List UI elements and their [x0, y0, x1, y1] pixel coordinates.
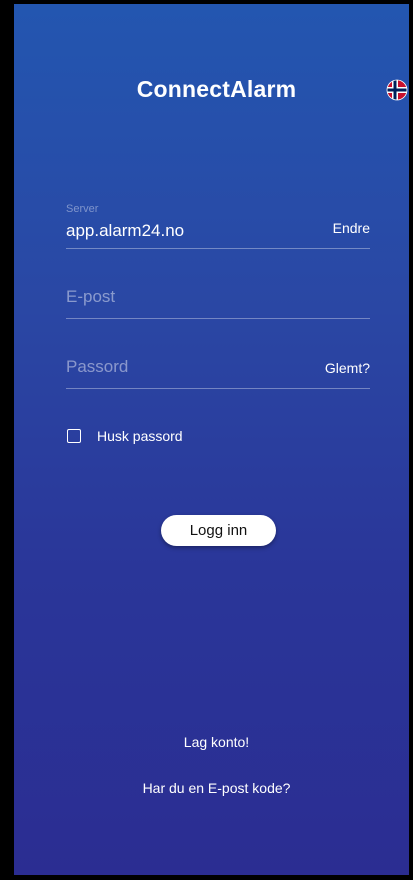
forgot-password-link[interactable]: Glemt? [325, 360, 370, 376]
login-screen: ConnectAlarm Server app.alarm24.no Endre… [14, 4, 409, 875]
server-value: app.alarm24.no [66, 221, 185, 240]
device-bezel-left [0, 0, 14, 880]
server-label: Server [66, 203, 99, 215]
remember-password-checkbox[interactable] [67, 429, 81, 443]
device-bezel-bottom [0, 875, 413, 880]
remember-password-row[interactable]: Husk passord [67, 428, 183, 444]
email-code-link[interactable]: Har du en E-post kode? [14, 780, 409, 796]
remember-password-label: Husk passord [97, 428, 183, 444]
create-account-link[interactable]: Lag konto! [14, 734, 409, 750]
email-placeholder: E-post [66, 287, 116, 306]
device-bezel-right [409, 0, 413, 880]
change-server-button[interactable]: Endre [333, 220, 370, 236]
email-field[interactable]: E-post [66, 284, 370, 319]
login-button[interactable]: Logg inn [161, 515, 276, 546]
password-field[interactable]: Passord Glemt? [66, 354, 370, 389]
password-placeholder: Passord [66, 357, 129, 376]
server-field[interactable]: Server app.alarm24.no Endre [66, 203, 370, 249]
app-title: ConnectAlarm [136, 76, 297, 102]
login-button-label: Logg inn [189, 522, 248, 539]
norway-flag-icon[interactable] [386, 79, 408, 101]
